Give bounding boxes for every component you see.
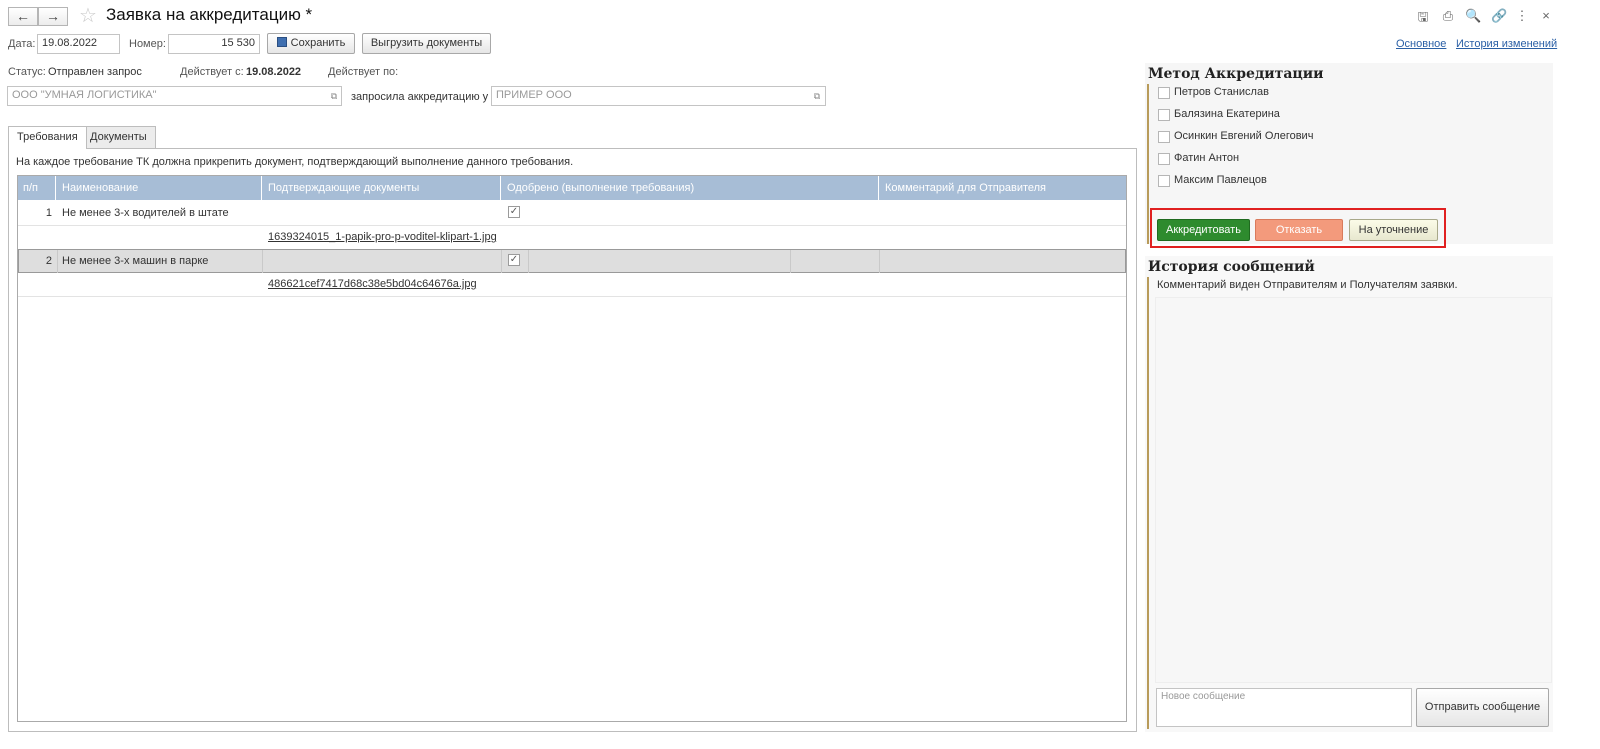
requested-label: запросила аккредитацию у <box>351 91 489 103</box>
favorite-star-icon[interactable]: ☆ <box>79 3 97 28</box>
document-file-link[interactable]: 1639324015_1-papik-pro-p-voditel-klipart… <box>268 231 497 243</box>
page-title: Заявка на аккредитацию * <box>106 5 313 24</box>
back-button[interactable]: ← <box>8 7 38 26</box>
number-label: Номер: <box>129 38 166 50</box>
accent-bar <box>1147 84 1149 244</box>
row-name: Не менее 3-х машин в парке <box>62 255 209 267</box>
person-name: Максим Павлецов <box>1174 174 1267 186</box>
date-field[interactable]: 19.08.2022 <box>37 34 120 54</box>
floppy-icon <box>276 37 287 47</box>
status-value: Отправлен запрос <box>48 66 142 78</box>
row-name: Не менее 3-х водителей в штате <box>62 207 229 219</box>
preview-icon[interactable]: 🔍 <box>1465 8 1481 24</box>
link-main[interactable]: Основное <box>1396 38 1446 50</box>
date-label: Дата: <box>8 38 36 50</box>
send-message-button[interactable]: Отправить сообщение <box>1416 688 1549 727</box>
more-icon[interactable]: ⋮ <box>1514 8 1530 24</box>
table-row-file[interactable]: 486621cef7417d68c38e5bd04c64676a.jpg <box>18 273 1126 297</box>
table-header: п/п Наименование Подтверждающие документ… <box>18 176 1126 200</box>
cell-divider <box>262 250 263 273</box>
person-name: Осинкин Евгений Олегович <box>1174 130 1314 142</box>
new-message-input[interactable]: Новое сообщение <box>1156 688 1412 727</box>
requirements-note: На каждое требование ТК должна прикрепит… <box>16 156 574 168</box>
accent-bar <box>1147 277 1149 729</box>
save-icon[interactable]: 🖫 <box>1415 8 1431 30</box>
export-documents-button[interactable]: Выгрузить документы <box>362 33 491 54</box>
table-row[interactable]: 2 Не менее 3-х машин в парке ✓ <box>18 249 1126 273</box>
cell-divider <box>528 250 529 273</box>
link-history[interactable]: История изменений <box>1456 38 1557 50</box>
messages-title: История сообщений <box>1148 259 1315 275</box>
status-label: Статус: <box>8 66 46 78</box>
col-num[interactable]: п/п <box>18 176 56 200</box>
tab-requirements[interactable]: Требования <box>8 126 87 149</box>
col-approved[interactable]: Одобрено (выполнение требования) <box>502 176 879 200</box>
approved-checkbox[interactable]: ✓ <box>508 254 520 266</box>
document-file-link[interactable]: 486621cef7417d68c38e5bd04c64676a.jpg <box>268 278 477 290</box>
checkbox[interactable] <box>1158 175 1170 187</box>
cell-divider <box>57 250 58 273</box>
message-list[interactable] <box>1155 297 1552 683</box>
clarify-button[interactable]: На уточнение <box>1349 219 1438 241</box>
number-field[interactable]: 15 530 <box>168 34 260 54</box>
requirements-table[interactable]: п/п Наименование Подтверждающие документ… <box>17 175 1127 722</box>
forward-button[interactable]: → <box>38 7 68 26</box>
person-name: Фатин Антон <box>1174 152 1240 164</box>
person-name: Петров Станислав <box>1174 86 1269 98</box>
cell-divider <box>790 250 791 273</box>
messages-note: Комментарий виден Отправителям и Получат… <box>1157 279 1458 291</box>
checkbox[interactable] <box>1158 109 1170 121</box>
accreditation-title: Метод Аккредитации <box>1148 66 1324 82</box>
person-name: Балязина Екатерина <box>1174 108 1280 120</box>
open-partner-icon[interactable]: ⧉ <box>809 88 825 104</box>
valid-from-label: Действует с: <box>180 66 244 78</box>
tab-documents[interactable]: Документы <box>81 126 156 148</box>
open-company-icon[interactable]: ⧉ <box>326 88 342 104</box>
save-button[interactable]: Сохранить <box>267 33 355 54</box>
valid-from-value: 19.08.2022 <box>246 66 302 78</box>
checkbox[interactable] <box>1158 153 1170 165</box>
accredit-button[interactable]: Аккредитовать <box>1157 219 1250 241</box>
cell-divider <box>879 250 880 273</box>
approved-checkbox[interactable]: ✓ <box>508 206 520 218</box>
reject-button[interactable]: Отказать <box>1255 219 1343 241</box>
table-row[interactable]: 1 Не менее 3-х водителей в штате ✓ <box>18 202 1126 226</box>
cell-divider <box>501 250 502 273</box>
save-button-label: Сохранить <box>290 37 346 49</box>
table-row-file[interactable]: 1639324015_1-papik-pro-p-voditel-klipart… <box>18 226 1126 250</box>
valid-to-label: Действует по: <box>328 66 399 78</box>
print-icon[interactable]: ⎙ <box>1440 8 1456 24</box>
partner-field[interactable]: ПРИМЕР ООО <box>491 86 826 106</box>
link-icon[interactable]: 🔗 <box>1491 8 1507 24</box>
col-documents[interactable]: Подтверждающие документы <box>263 176 501 200</box>
company-field[interactable]: ООО "УМНАЯ ЛОГИСТИКА" <box>7 86 342 106</box>
row-num: 2 <box>45 255 52 267</box>
row-num: 1 <box>45 207 52 219</box>
checkbox[interactable] <box>1158 131 1170 143</box>
checkbox[interactable] <box>1158 87 1170 99</box>
col-name[interactable]: Наименование <box>57 176 262 200</box>
col-comment[interactable]: Комментарий для Отправителя <box>880 176 1127 200</box>
close-icon[interactable]: × <box>1538 8 1554 23</box>
